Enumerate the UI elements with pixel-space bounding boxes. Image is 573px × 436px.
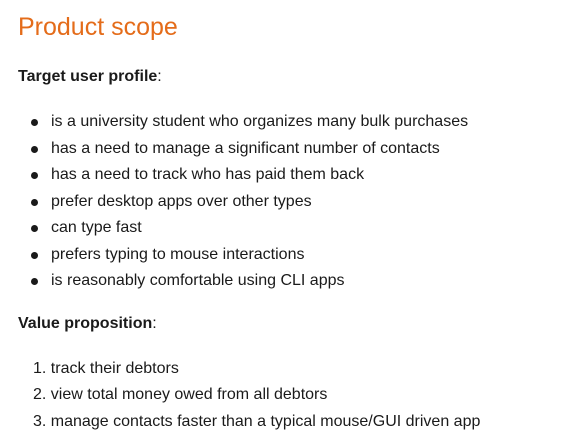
value-proposition-list: 1. track their debtors 2. view total mon…	[18, 356, 573, 436]
target-user-profile-heading: Target user profile:	[18, 66, 573, 88]
list-item-text: view total money owed from all debtors	[50, 386, 328, 403]
list-item-number: 2.	[33, 386, 47, 403]
list-item: 2. view total money owed from all debtor…	[18, 382, 573, 409]
bullet-icon	[31, 278, 38, 285]
list-item-text: prefer desktop apps over other types	[51, 192, 312, 210]
bullet-icon	[31, 251, 38, 259]
bullet-icon	[31, 172, 38, 179]
target-user-profile-colon: :	[157, 68, 162, 85]
value-proposition-label: Value proposition	[18, 314, 153, 332]
value-proposition-heading: Value proposition:	[18, 313, 573, 335]
list-item: is a university student who organizes ma…	[18, 109, 573, 136]
list-item-text: prefers typing to mouse interactions	[51, 245, 305, 263]
list-item: 1. track their debtors	[18, 356, 573, 383]
list-item-text: has a need to track who has paid them ba…	[51, 166, 365, 183]
list-item-number: 1.	[33, 359, 47, 377]
list-item: prefer desktop apps over other types	[18, 189, 573, 216]
bullet-icon	[31, 225, 38, 232]
list-item-text: has a need to manage a significant numbe…	[51, 139, 440, 157]
target-user-profile-list: is a university student who organizes ma…	[18, 109, 573, 295]
section-title: Product scope	[18, 13, 178, 41]
bullet-icon	[31, 119, 38, 126]
list-item: is reasonably comfortable using CLI apps	[18, 268, 573, 295]
list-item: 3. manage contacts faster than a typical…	[18, 409, 573, 436]
value-proposition-colon: :	[152, 314, 157, 332]
list-item-number: 3.	[33, 412, 47, 430]
list-item: can type fast	[18, 215, 573, 242]
bullet-icon	[31, 198, 38, 206]
list-item: has a need to track who has paid them ba…	[18, 162, 573, 189]
bullet-icon	[31, 145, 38, 153]
list-item-text: manage contacts faster than a typical mo…	[50, 412, 481, 430]
list-item: has a need to manage a significant numbe…	[18, 136, 573, 163]
document-page: Product scope Target user profile: is a …	[0, 0, 573, 436]
list-item-text: track their debtors	[50, 359, 179, 377]
target-user-profile-label: Target user profile	[18, 68, 158, 85]
list-item-text: is a university student who organizes ma…	[51, 113, 469, 130]
list-item-text: is reasonably comfortable using CLI apps	[51, 272, 345, 289]
list-item-text: can type fast	[51, 219, 142, 236]
list-item: prefers typing to mouse interactions	[18, 242, 573, 269]
